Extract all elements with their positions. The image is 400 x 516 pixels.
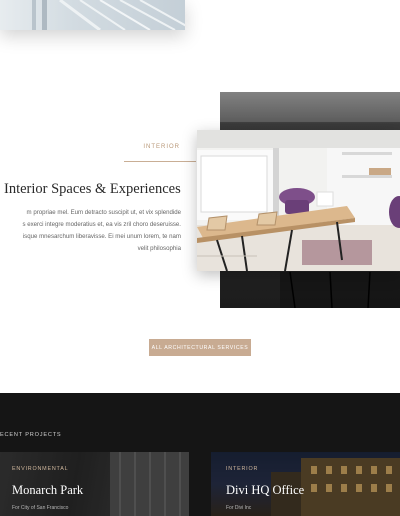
top-architecture-image (0, 0, 185, 30)
description-line: m propriae mel. Eum detracto suscipit ut… (26, 209, 181, 216)
project-title[interactable]: Monarch Park (12, 483, 83, 498)
project-title[interactable]: Divi HQ Office (226, 483, 304, 498)
description-line: velit philosophia (137, 245, 181, 252)
recent-projects-title: ECENT PROJECTS (0, 432, 62, 438)
recent-projects-section: ECENT PROJECTS ENVIRONMENTAL Monarch Par… (0, 393, 400, 516)
interior-description: m propriae mel. Eum detracto suscipit ut… (0, 207, 181, 255)
description-line: isque mnesarchum liberavisse. Ei mei unu… (22, 233, 181, 240)
all-architectural-services-button[interactable]: ALL ARCHITECTURAL SERVICES (149, 339, 251, 356)
eyebrow-divider (124, 161, 196, 162)
description-line: s exerci integre moderatius et, ea vis z… (22, 221, 181, 228)
project-card-monarch-park[interactable]: ENVIRONMENTAL Monarch Park For City of S… (0, 452, 189, 516)
project-card-divi-hq-office[interactable]: INTERIOR Divi HQ Office For Divi Inc (211, 452, 400, 516)
project-client: For City of San Francisco (12, 505, 69, 511)
interior-eyebrow: INTERIOR (143, 144, 180, 150)
architecture-illustration (32, 0, 185, 30)
project-category: INTERIOR (226, 466, 259, 472)
dining-room-illustration (197, 130, 400, 271)
interior-heading: Interior Spaces & Experiences (4, 181, 181, 197)
interior-photo (197, 130, 400, 271)
project-category: ENVIRONMENTAL (12, 466, 69, 472)
project-client: For Divi Inc (226, 505, 252, 511)
